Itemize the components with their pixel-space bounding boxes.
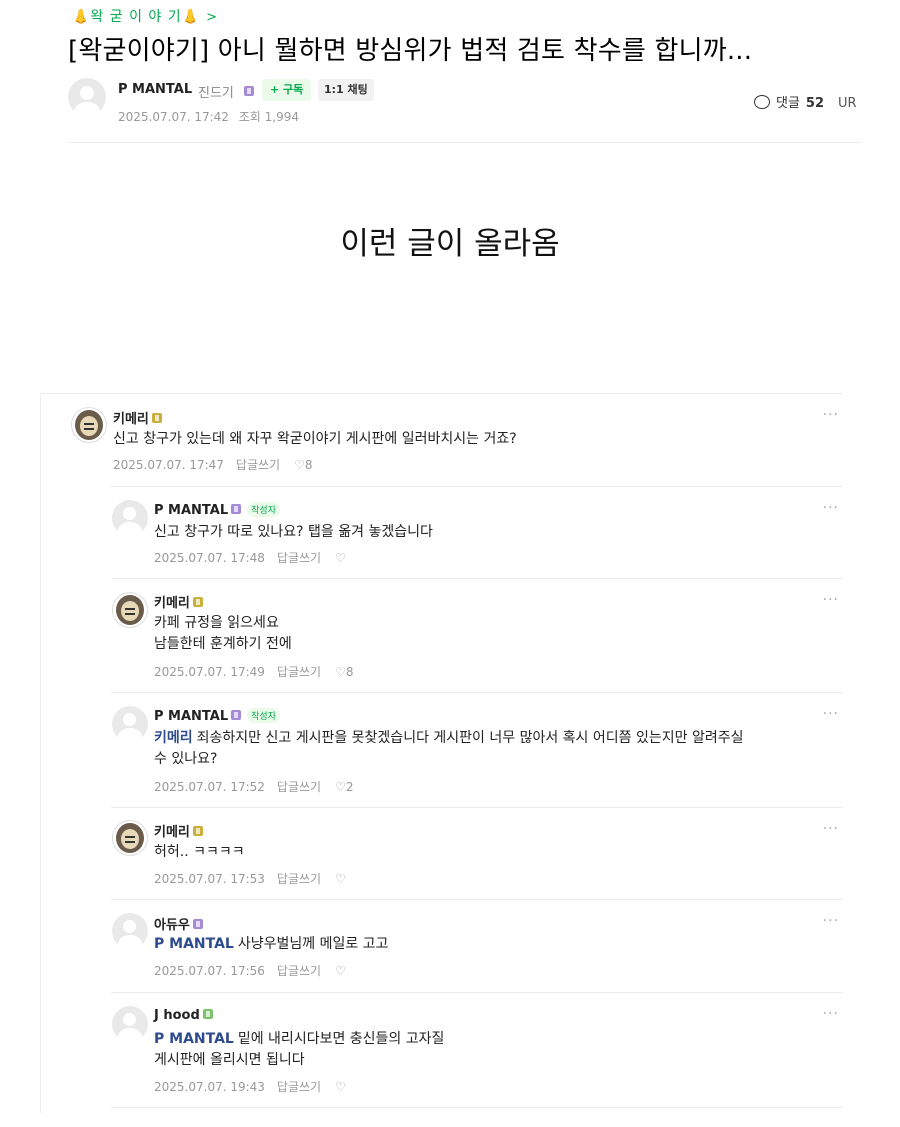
- more-options-icon[interactable]: ···: [823, 407, 839, 423]
- writer-badge: 작성자: [247, 708, 280, 723]
- like-heart-icon[interactable]: ♡: [335, 551, 346, 565]
- default-avatar-icon[interactable]: [112, 1006, 148, 1042]
- more-options-icon[interactable]: ···: [823, 706, 839, 722]
- mention-link[interactable]: 키메리: [154, 730, 193, 746]
- comment-bubble-icon: [754, 95, 770, 109]
- comment-item: 키메리 신고 창구가 있는데 왜 자꾸 왁굳이야기 게시판에 일러바치시는 거죠…: [41, 393, 843, 486]
- comment-item: 키메리 카페 규정을 읽으세요 남들한테 훈계하기 전에 2025.07.07. …: [41, 578, 843, 692]
- monkey-avatar-icon[interactable]: [112, 820, 148, 856]
- comment-author[interactable]: 아듀우: [154, 914, 203, 933]
- comment-label: 댓글: [776, 96, 800, 111]
- url-copy-button[interactable]: UR: [838, 96, 857, 111]
- comment-text: 허허.. ㅋㅋㅋㅋ: [154, 844, 245, 860]
- like-heart-icon[interactable]: ♡: [335, 964, 346, 978]
- reply-button[interactable]: 답글쓰기: [277, 665, 321, 679]
- comment-item: 키메리 허허.. ㅋㅋㅋㅋ 2025.07.07. 17:53 답글쓰기 ♡ ···: [41, 807, 843, 899]
- comment-list: 키메리 신고 창구가 있는데 왜 자꾸 왁굳이야기 게시판에 일러바치시는 거죠…: [40, 393, 850, 1113]
- level-badge-icon: [244, 86, 254, 96]
- post-date: 2025.07.07. 17:42: [118, 110, 229, 124]
- like-heart-icon[interactable]: ♡8: [294, 458, 312, 472]
- reply-button[interactable]: 답글쓰기: [277, 551, 321, 565]
- mention-link[interactable]: P MANTAL: [154, 936, 234, 952]
- caption-text: 이런 글이 올라옴: [340, 226, 560, 262]
- more-options-icon[interactable]: ···: [823, 1006, 839, 1022]
- default-avatar-icon[interactable]: [112, 913, 148, 949]
- like-heart-icon[interactable]: ♡8: [335, 665, 353, 679]
- monkey-avatar-icon[interactable]: [112, 592, 148, 628]
- like-heart-icon[interactable]: ♡: [335, 1080, 346, 1094]
- author-avatar[interactable]: [68, 78, 106, 116]
- author-grade: 진드기: [198, 86, 234, 101]
- comment-count: 52: [805, 96, 825, 111]
- reply-button[interactable]: 답글쓰기: [277, 872, 321, 886]
- reply-button[interactable]: 답글쓰기: [277, 964, 321, 978]
- writer-badge: 작성자: [247, 502, 280, 517]
- comment-meta: 2025.07.07. 17:52 답글쓰기 ♡2: [154, 780, 354, 794]
- default-avatar-icon[interactable]: [112, 500, 148, 536]
- chevron-right-icon: >: [206, 10, 218, 25]
- more-options-icon[interactable]: ···: [823, 821, 839, 837]
- comment-text: 신고 창구가 있는데 왜 자꾸 왁굳이야기 게시판에 일러바치시는 거죠?: [113, 431, 517, 447]
- comment-author[interactable]: 키메리: [154, 592, 203, 611]
- level-badge-icon: [151, 413, 162, 423]
- more-options-icon[interactable]: ···: [823, 500, 839, 516]
- divider: [68, 142, 862, 143]
- comment-meta: 2025.07.07. 17:56 답글쓰기 ♡: [154, 964, 346, 978]
- comment-author[interactable]: P MANTAL 작성자: [154, 502, 280, 518]
- level-badge-icon: [202, 1009, 213, 1019]
- comment-text: 카페 규정을 읽으세요 남들한테 훈계하기 전에: [154, 615, 292, 652]
- board-name-link[interactable]: 👃왁 굳 이 야 기👃: [72, 9, 200, 25]
- post-meta: 2025.07.07. 17:42 조회 1,994: [118, 108, 299, 125]
- like-heart-icon[interactable]: ♡2: [335, 780, 353, 794]
- more-options-icon[interactable]: ···: [823, 592, 839, 608]
- breadcrumb[interactable]: 👃왁 굳 이 야 기👃 >: [72, 6, 218, 26]
- comment-author[interactable]: J hood: [154, 1008, 213, 1023]
- mention-link[interactable]: P MANTAL: [154, 1031, 234, 1047]
- author-name[interactable]: P MANTAL: [118, 82, 192, 97]
- monkey-avatar-icon[interactable]: [71, 407, 107, 443]
- like-heart-icon[interactable]: ♡: [335, 872, 346, 886]
- reply-button[interactable]: 답글쓰기: [236, 458, 280, 472]
- more-options-icon[interactable]: ···: [823, 913, 839, 929]
- page-title: [왁굳이야기] 아니 뭘하면 방심위가 법적 검토 착수를 합니까...: [68, 36, 753, 66]
- comment-author[interactable]: P MANTAL 작성자: [154, 708, 280, 724]
- default-avatar-icon[interactable]: [112, 706, 148, 742]
- comment-meta: 2025.07.07. 17:53 답글쓰기 ♡: [154, 872, 346, 886]
- subscribe-button[interactable]: + 구독: [262, 79, 312, 101]
- level-badge-icon: [192, 597, 203, 607]
- comment-text: 키메리 죄송하지만 신고 게시판을 못찾겠습니다 게시판이 너무 많아서 혹시 어…: [154, 730, 744, 767]
- level-badge-icon: [231, 710, 242, 720]
- comment-text: P MANTAL 밑에 내리시다보면 충신들의 고자질 게시판에 올리시면 됩니다: [154, 1031, 445, 1068]
- comment-text: P MANTAL 사냥우벌님께 메일로 고고: [154, 936, 389, 952]
- comment-meta: 2025.07.07. 17:48 답글쓰기 ♡: [154, 551, 346, 565]
- level-badge-icon: [192, 919, 203, 929]
- comment-meta: 2025.07.07. 17:49 답글쓰기 ♡8: [154, 665, 354, 679]
- reply-button[interactable]: 답글쓰기: [277, 780, 321, 794]
- comment-author[interactable]: 키메리: [154, 821, 203, 840]
- comment-item: P MANTAL 작성자 신고 창구가 따로 있나요? 탭을 옮겨 놓겠습니다 2…: [41, 486, 843, 578]
- chat-button[interactable]: 1:1 채팅: [318, 79, 374, 101]
- comment-item: J hood P MANTAL 밑에 내리시다보면 충신들의 고자질 게시판에 올리…: [41, 992, 843, 1108]
- author-row: P MANTAL 진드기 + 구독 1:1 채팅 2025.07.07. 17:…: [68, 78, 868, 125]
- comment-meta: 2025.07.07. 17:47 답글쓰기 ♡8: [113, 458, 313, 472]
- comment-count-link[interactable]: 댓글 52 UR: [754, 92, 857, 111]
- level-badge-icon: [192, 826, 203, 836]
- comment-item: 아듀우 P MANTAL 사냥우벌님께 메일로 고고 2025.07.07. 17…: [41, 899, 843, 992]
- level-badge-icon: [231, 504, 242, 514]
- comment-meta: 2025.07.07. 19:43 답글쓰기 ♡: [154, 1080, 346, 1094]
- comment-author[interactable]: 키메리: [113, 408, 162, 427]
- comment-text: 신고 창구가 따로 있나요? 탭을 옮겨 놓겠습니다: [154, 524, 433, 540]
- reply-button[interactable]: 답글쓰기: [277, 1080, 321, 1094]
- view-count: 조회 1,994: [238, 110, 299, 124]
- comment-item: P MANTAL 작성자 키메리 죄송하지만 신고 게시판을 못찾겠습니다 게시판이…: [41, 692, 843, 807]
